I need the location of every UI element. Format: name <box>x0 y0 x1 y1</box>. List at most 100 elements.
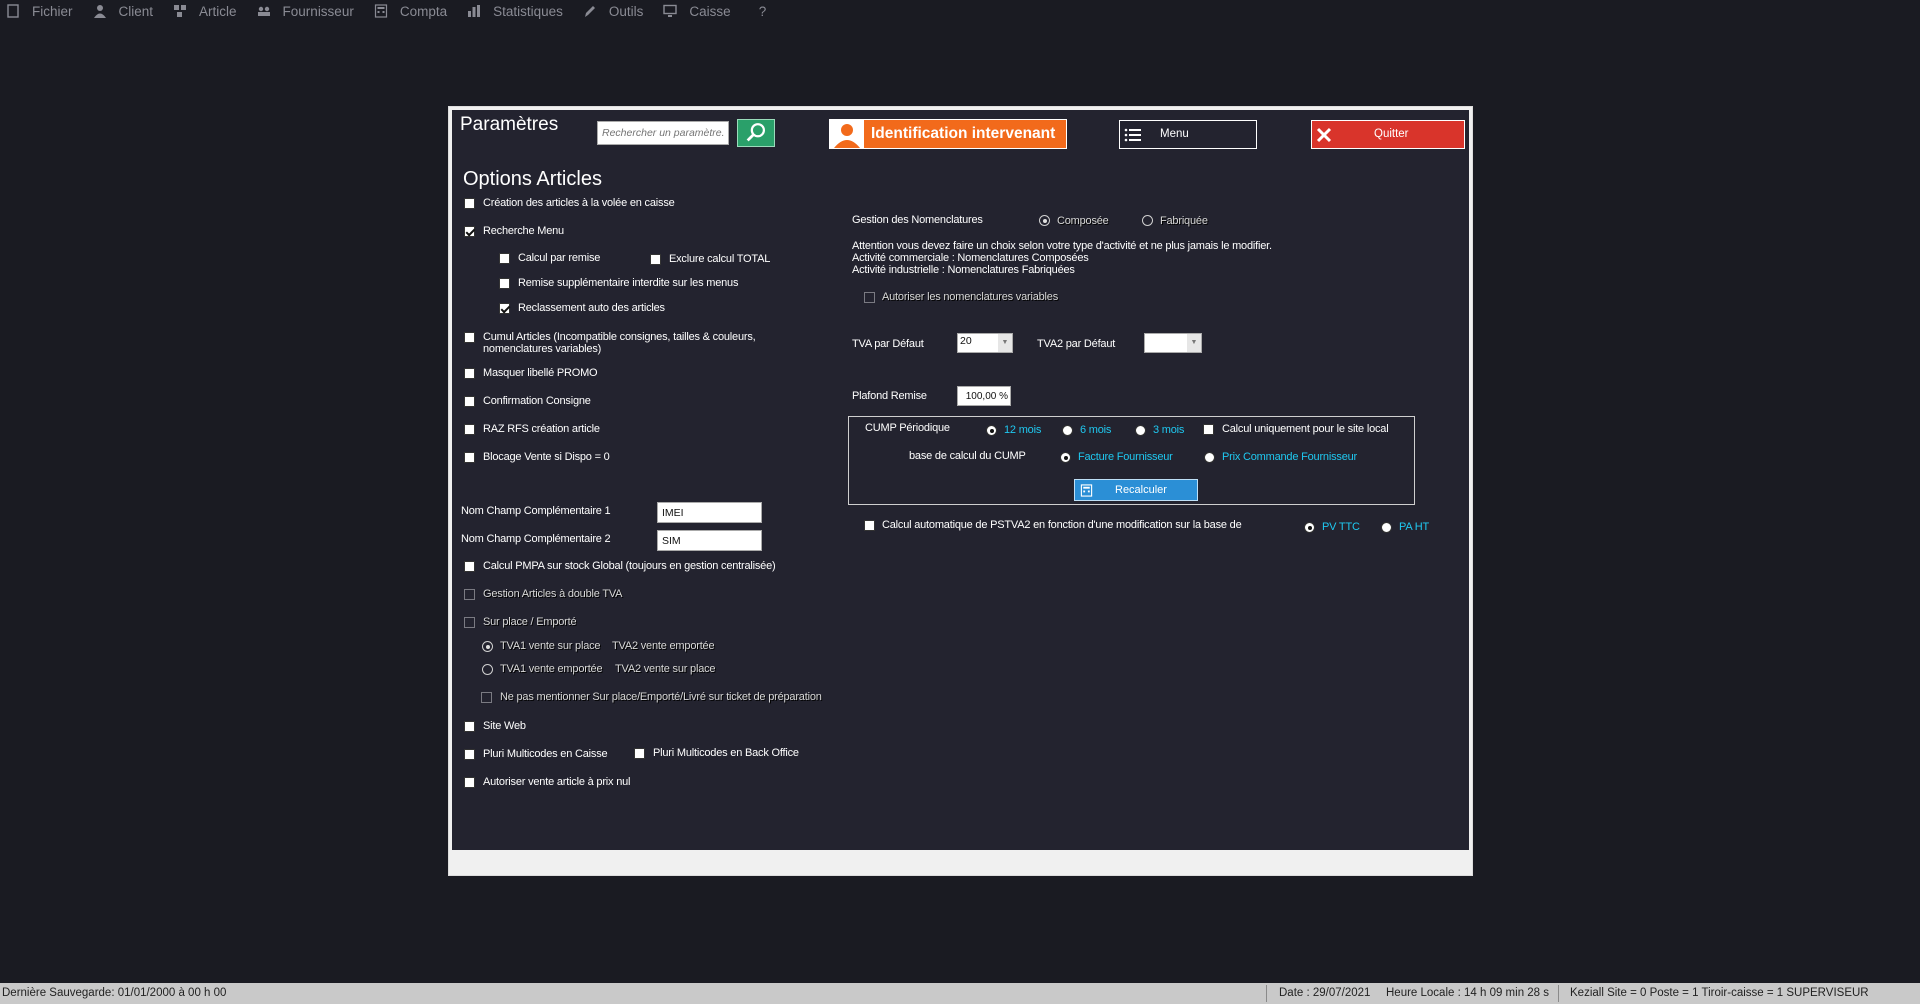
search-input[interactable] <box>597 121 729 145</box>
cumul-articles-label-1: Cumul Articles (Incompatible consignes, … <box>483 331 756 343</box>
exclure-total-checkbox[interactable] <box>650 254 661 265</box>
exclure-total-label: Exclure calcul TOTAL <box>669 253 771 265</box>
recalculer-label: Recalculer <box>1115 484 1167 496</box>
autoriser-variables-checkbox[interactable] <box>864 292 875 303</box>
cump-12-radio[interactable] <box>986 425 997 436</box>
calculator-icon <box>374 4 388 18</box>
tva-option1-radio[interactable] <box>482 641 493 652</box>
confirmation-consigne-checkbox[interactable] <box>464 396 475 407</box>
attention-line-1: Attention vous devez faire un choix selo… <box>852 240 1272 252</box>
tva-option2-radio[interactable] <box>482 664 493 675</box>
pv-ttc-radio[interactable] <box>1304 522 1315 533</box>
raz-rfs-checkbox[interactable] <box>464 424 475 435</box>
site-web-checkbox[interactable] <box>464 721 475 732</box>
status-bar: Dernière Sauvegarde: 01/01/2000 à 00 h 0… <box>0 983 1920 1004</box>
champ1-input[interactable] <box>657 502 762 523</box>
calcul-pmpa-checkbox[interactable] <box>464 561 475 572</box>
calcul-remise-label: Calcul par remise <box>518 252 601 264</box>
plafond-input[interactable] <box>957 386 1011 406</box>
status-separator <box>1266 985 1267 1002</box>
cump-6-label: 6 mois <box>1080 424 1112 436</box>
menu-help-label: ? <box>758 3 767 19</box>
quit-button[interactable]: Quitter <box>1311 120 1465 149</box>
reclassement-checkbox[interactable] <box>499 303 510 314</box>
tva2-defaut-select[interactable]: ▼ <box>1144 333 1202 353</box>
section-title: Options Articles <box>463 168 602 190</box>
champ1-label: Nom Champ Complémentaire 1 <box>461 505 611 517</box>
cump-site-local-checkbox[interactable] <box>1203 424 1214 435</box>
status-separator <box>1558 985 1559 1002</box>
tva-option2-label-b: TVA2 vente sur place <box>615 663 716 675</box>
site-web-label: Site Web <box>483 720 526 732</box>
pluri-back-checkbox[interactable] <box>634 748 645 759</box>
recherche-menu-checkbox[interactable] <box>464 226 475 237</box>
menu-fournisseur[interactable]: Fournisseur <box>257 0 354 22</box>
menu-statistiques[interactable]: Statistiques <box>467 0 563 22</box>
recalculer-button[interactable]: Recalculer <box>1074 479 1198 501</box>
tva-option1-label-a: TVA1 vente sur place <box>500 640 601 652</box>
blocage-vente-checkbox[interactable] <box>464 452 475 463</box>
dialog-content: Paramètres Identification intervenant Me… <box>452 110 1469 850</box>
pstva2-checkbox[interactable] <box>864 520 875 531</box>
cumul-articles-label-2: nomenclatures variables) <box>483 343 602 355</box>
menu-caisse[interactable]: Caisse <box>663 0 731 22</box>
menu-fournisseur-label: Fournisseur <box>282 3 354 19</box>
masquer-promo-label: Masquer libellé PROMO <box>483 367 598 379</box>
fabriquee-label: Fabriquée <box>1160 215 1208 227</box>
pv-ttc-label: PV TTC <box>1322 521 1360 533</box>
menu-fichier[interactable]: Fichier <box>6 0 73 22</box>
quit-button-label: Quitter <box>1374 128 1409 140</box>
cumul-articles-checkbox[interactable] <box>464 332 475 343</box>
menu-outils[interactable]: Outils <box>583 0 643 22</box>
search-icon <box>746 123 766 142</box>
composee-label: Composée <box>1057 215 1109 227</box>
chevron-down-icon: ▼ <box>998 334 1012 352</box>
cump-3-label: 3 mois <box>1153 424 1185 436</box>
calculator-icon <box>1080 484 1093 497</box>
facture-fournisseur-radio[interactable] <box>1060 452 1071 463</box>
masquer-promo-checkbox[interactable] <box>464 368 475 379</box>
sur-place-label: Sur place / Emporté <box>483 616 577 628</box>
prix-nul-checkbox[interactable] <box>464 777 475 788</box>
champ2-input[interactable] <box>657 530 762 551</box>
top-menu-bar: Fichier Client Article Fournisseur Compt… <box>0 0 1920 22</box>
dialog-title: Paramètres <box>460 114 559 135</box>
close-icon <box>1316 127 1332 143</box>
person-icon <box>830 120 864 148</box>
ne-pas-mentionner-label: Ne pas mentionner Sur place/Emporté/Livr… <box>500 691 822 703</box>
tva2-defaut-label: TVA2 par Défaut <box>1037 338 1116 350</box>
tva-defaut-value: 20 <box>960 335 972 347</box>
tva-defaut-select[interactable]: 20 ▼ <box>957 333 1013 353</box>
autoriser-variables-label: Autoriser les nomenclatures variables <box>882 291 1059 303</box>
cump-3-radio[interactable] <box>1135 425 1146 436</box>
pa-ht-radio[interactable] <box>1381 522 1392 533</box>
search-button[interactable] <box>737 119 775 147</box>
double-tva-checkbox[interactable] <box>464 589 475 600</box>
confirmation-consigne-label: Confirmation Consigne <box>483 395 591 407</box>
prix-commande-radio[interactable] <box>1204 452 1215 463</box>
recherche-menu-label: Recherche Menu <box>483 225 564 237</box>
cump-6-radio[interactable] <box>1062 425 1073 436</box>
identification-label: Identification intervenant <box>871 125 1056 142</box>
pluri-caisse-label: Pluri Multicodes en Caisse <box>483 748 608 760</box>
menu-statistiques-label: Statistiques <box>493 3 563 19</box>
menu-article[interactable]: Article <box>173 0 237 22</box>
calcul-remise-checkbox[interactable] <box>499 253 510 264</box>
composee-radio[interactable] <box>1039 215 1050 226</box>
remise-supp-checkbox[interactable] <box>499 278 510 289</box>
users-icon <box>257 4 271 18</box>
pluri-caisse-checkbox[interactable] <box>464 749 475 760</box>
menu-help[interactable]: ? <box>759 0 767 22</box>
file-icon <box>6 4 20 18</box>
menu-button[interactable]: Menu <box>1119 120 1257 149</box>
menu-compta[interactable]: Compta <box>374 0 447 22</box>
ne-pas-mentionner-checkbox[interactable] <box>481 692 492 703</box>
fabriquee-radio[interactable] <box>1142 215 1153 226</box>
raz-rfs-label: RAZ RFS création article <box>483 423 600 435</box>
sur-place-checkbox[interactable] <box>464 617 475 628</box>
cump-label: CUMP Périodique <box>865 422 950 434</box>
menu-client[interactable]: Client <box>93 0 153 22</box>
monitor-icon <box>663 4 678 18</box>
creation-volee-checkbox[interactable] <box>464 198 475 209</box>
identification-button[interactable]: Identification intervenant <box>829 119 1067 149</box>
